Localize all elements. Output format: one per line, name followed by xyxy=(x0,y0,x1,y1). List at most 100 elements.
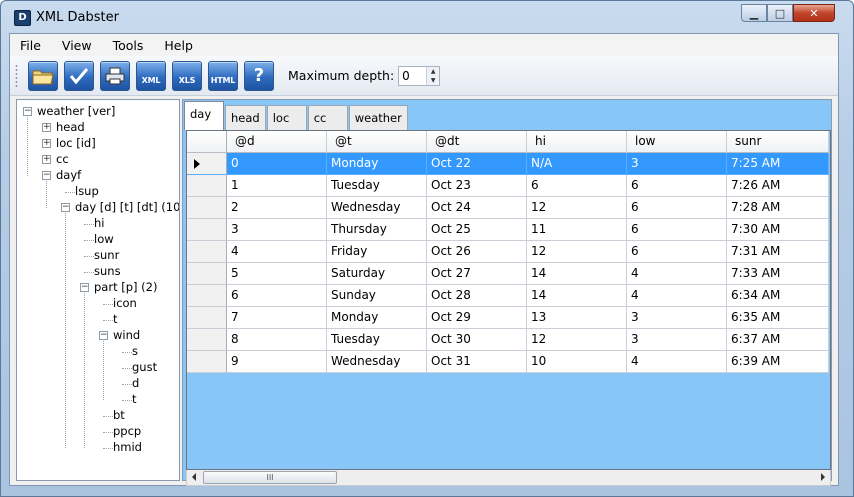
table-row[interactable]: 5 Saturday Oct 27 14 4 7:33 AM xyxy=(187,263,830,285)
tab-loc[interactable]: loc xyxy=(266,105,307,130)
row-header[interactable] xyxy=(187,241,227,263)
table-row[interactable]: 9 Wednesday Oct 31 10 4 6:39 AM xyxy=(187,351,830,373)
max-depth-value[interactable]: 0 xyxy=(402,69,410,83)
table-cell[interactable]: Wednesday xyxy=(327,351,427,373)
expand-icon[interactable]: + xyxy=(42,139,51,148)
expand-icon[interactable]: + xyxy=(42,123,51,132)
collapse-icon[interactable]: − xyxy=(42,171,51,180)
scroll-thumb[interactable]: III xyxy=(203,471,337,484)
tab-day[interactable]: day xyxy=(184,101,224,130)
table-cell[interactable]: 3 xyxy=(227,219,327,241)
scroll-left-icon[interactable] xyxy=(192,473,196,481)
table-cell[interactable]: 6:39 AM xyxy=(727,351,829,373)
row-header[interactable] xyxy=(187,285,227,307)
row-header[interactable] xyxy=(187,263,227,285)
table-cell[interactable]: Oct 28 xyxy=(427,285,527,307)
column-header[interactable]: @dt xyxy=(427,131,527,153)
menu-file[interactable]: File xyxy=(20,38,41,53)
table-cell[interactable]: 8 xyxy=(227,329,327,351)
table-cell[interactable]: 6 xyxy=(627,219,727,241)
help-button[interactable]: ? xyxy=(244,60,274,91)
table-cell[interactable]: 12 xyxy=(527,241,627,263)
table-cell[interactable]: Oct 31 xyxy=(427,351,527,373)
table-cell[interactable]: 7:28 AM xyxy=(727,197,829,219)
table-cell[interactable]: Oct 29 xyxy=(427,307,527,329)
table-cell[interactable]: Tuesday xyxy=(327,175,427,197)
row-header[interactable] xyxy=(187,219,227,241)
table-cell[interactable]: Monday xyxy=(327,307,427,329)
row-header[interactable] xyxy=(187,175,227,197)
menu-view[interactable]: View xyxy=(62,38,92,53)
tab-cc[interactable]: cc xyxy=(307,105,348,130)
table-cell[interactable]: 3 xyxy=(627,307,727,329)
table-cell[interactable]: 14 xyxy=(527,263,627,285)
row-header[interactable] xyxy=(187,197,227,219)
table-cell[interactable]: 13 xyxy=(527,307,627,329)
table-cell[interactable]: 6:34 AM xyxy=(727,285,829,307)
table-cell[interactable]: 12 xyxy=(527,329,627,351)
title-bar[interactable]: D XML Dabster ▁ □ ✕ xyxy=(1,1,853,33)
menu-tools[interactable]: Tools xyxy=(113,38,144,53)
table-cell[interactable]: 6 xyxy=(627,197,727,219)
table-cell[interactable]: Oct 24 xyxy=(427,197,527,219)
spin-down-icon[interactable]: ▼ xyxy=(427,75,440,85)
export-xls-button[interactable]: XLS xyxy=(172,60,202,91)
menu-help[interactable]: Help xyxy=(164,38,193,53)
spin-up-icon[interactable]: ▲ xyxy=(427,66,440,76)
export-xml-button[interactable]: XML xyxy=(136,60,166,91)
maximize-button[interactable]: □ xyxy=(767,4,793,22)
open-button[interactable] xyxy=(28,60,58,91)
collapse-icon[interactable]: − xyxy=(61,203,70,212)
table-cell[interactable]: 4 xyxy=(627,351,727,373)
table-cell[interactable]: 7:30 AM xyxy=(727,219,829,241)
table-cell[interactable]: 7:25 AM xyxy=(727,153,829,175)
table-cell[interactable]: 6 xyxy=(627,241,727,263)
table-cell[interactable]: 7:33 AM xyxy=(727,263,829,285)
table-cell[interactable]: 6:35 AM xyxy=(727,307,829,329)
column-header[interactable]: sunr xyxy=(727,131,829,153)
table-row[interactable]: 4 Friday Oct 26 12 6 7:31 AM xyxy=(187,241,830,263)
collapse-icon[interactable]: − xyxy=(80,283,89,292)
table-cell[interactable]: Oct 27 xyxy=(427,263,527,285)
table-row[interactable]: 6 Sunday Oct 28 14 4 6:34 AM xyxy=(187,285,830,307)
xml-tree-view[interactable]: − weather [ver] + head + loc [id] + cc − dayf lsup… xyxy=(16,99,180,481)
table-cell[interactable]: 6:37 AM xyxy=(727,329,829,351)
table-cell[interactable]: 4 xyxy=(627,263,727,285)
table-cell[interactable]: 2 xyxy=(227,197,327,219)
table-cell[interactable]: 12 xyxy=(527,197,627,219)
toolbar-grip[interactable] xyxy=(15,64,18,88)
table-row[interactable]: 0 Monday Oct 22 N/A 3 7:25 AM xyxy=(187,153,830,175)
tab-head[interactable]: head xyxy=(225,105,266,130)
column-header[interactable]: @t xyxy=(327,131,427,153)
table-cell[interactable]: 6 xyxy=(627,175,727,197)
table-cell[interactable]: 11 xyxy=(527,219,627,241)
grid-corner[interactable] xyxy=(187,131,227,153)
table-cell[interactable]: Oct 26 xyxy=(427,241,527,263)
table-cell[interactable]: 7:26 AM xyxy=(727,175,829,197)
table-cell[interactable]: Friday xyxy=(327,241,427,263)
horizontal-scrollbar[interactable]: III xyxy=(186,470,831,486)
table-cell[interactable]: Oct 30 xyxy=(427,329,527,351)
row-header[interactable] xyxy=(187,329,227,351)
tab-weather[interactable]: weather xyxy=(348,105,408,130)
row-header[interactable] xyxy=(187,153,227,175)
table-cell[interactable]: 5 xyxy=(227,263,327,285)
table-cell[interactable]: 6 xyxy=(227,285,327,307)
table-cell[interactable]: 7 xyxy=(227,307,327,329)
export-html-button[interactable]: HTML xyxy=(208,60,238,91)
table-cell[interactable]: 3 xyxy=(627,329,727,351)
table-row[interactable]: 2 Wednesday Oct 24 12 6 7:28 AM xyxy=(187,197,830,219)
table-cell[interactable]: 4 xyxy=(227,241,327,263)
column-header[interactable]: low xyxy=(627,131,727,153)
row-header[interactable] xyxy=(187,351,227,373)
table-cell[interactable]: 1 xyxy=(227,175,327,197)
minimize-button[interactable]: ▁ xyxy=(741,4,767,22)
table-cell[interactable]: Oct 25 xyxy=(427,219,527,241)
close-button[interactable]: ✕ xyxy=(793,4,835,22)
table-row[interactable]: 3 Thursday Oct 25 11 6 7:30 AM xyxy=(187,219,830,241)
table-row[interactable]: 1 Tuesday Oct 23 6 6 7:26 AM xyxy=(187,175,830,197)
table-cell[interactable]: 6 xyxy=(527,175,627,197)
table-cell[interactable]: Tuesday xyxy=(327,329,427,351)
table-cell[interactable]: 0 xyxy=(227,153,327,175)
expand-icon[interactable]: + xyxy=(42,155,51,164)
